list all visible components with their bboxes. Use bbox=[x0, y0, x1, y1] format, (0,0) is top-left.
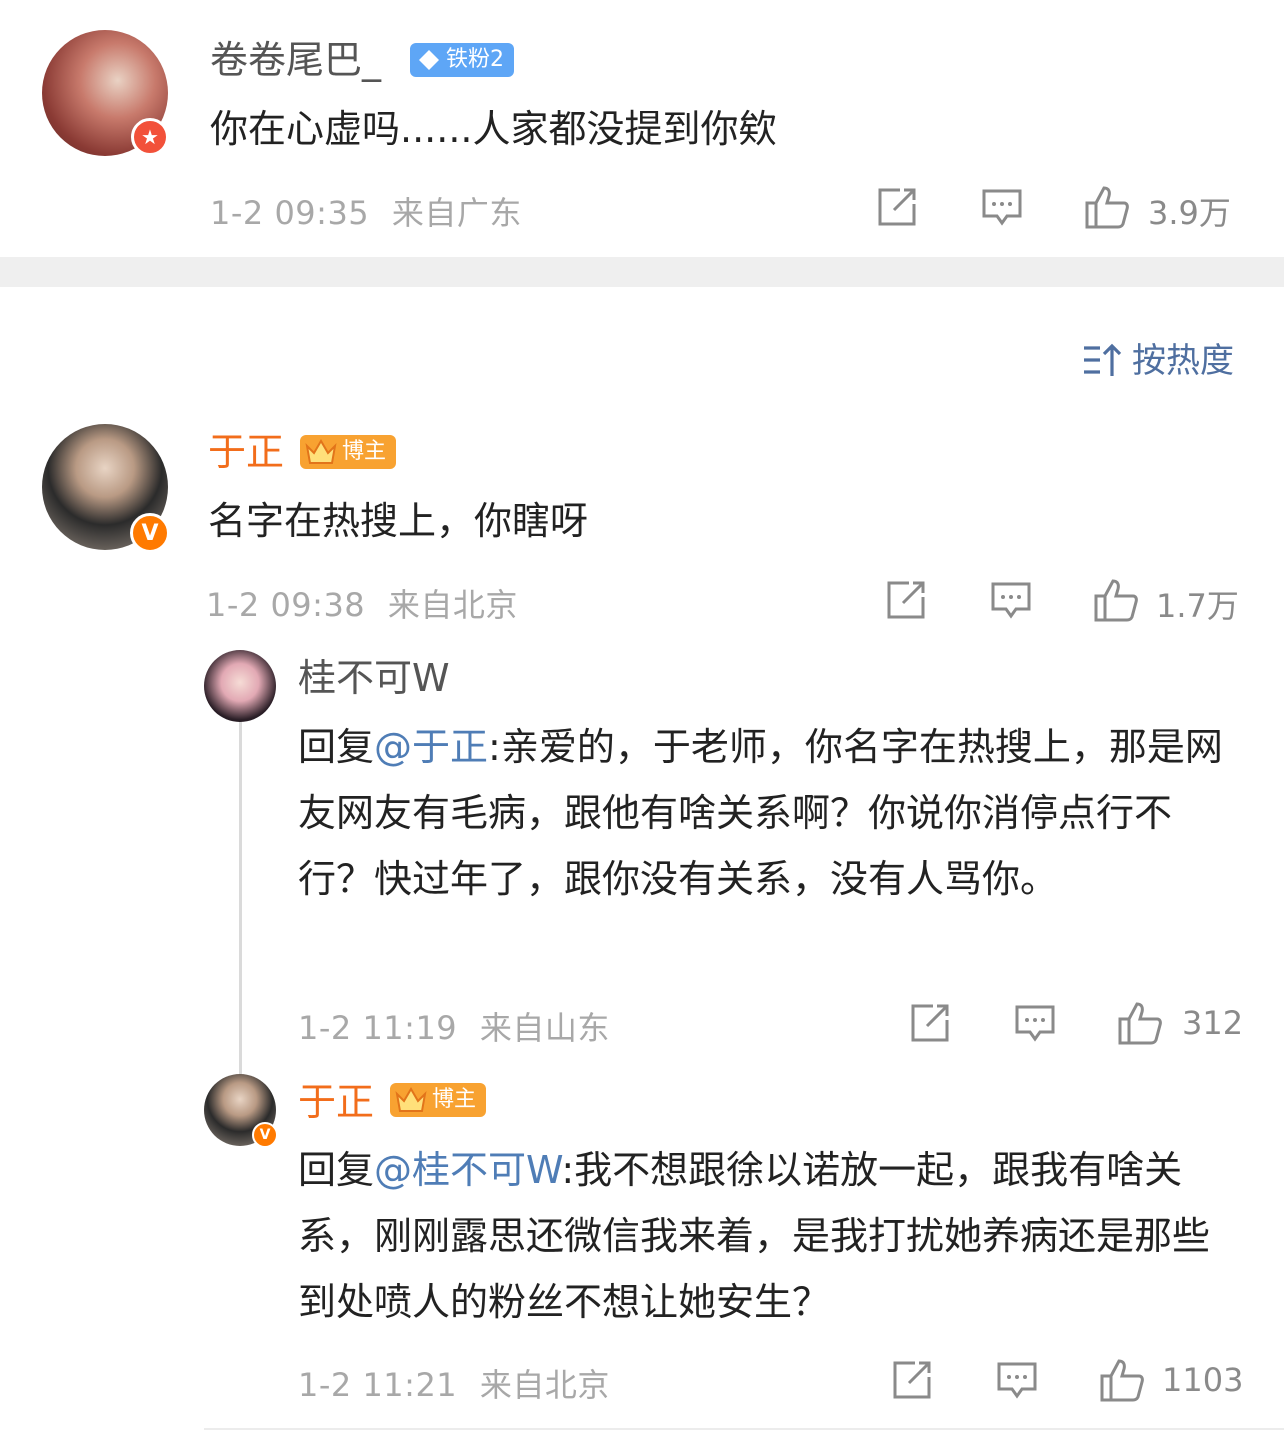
comment-location: 来自广东 bbox=[391, 194, 522, 232]
comment-meta: 1-2 09:35 来自广东 bbox=[210, 188, 522, 234]
reply-prefix: 回复 bbox=[298, 1148, 375, 1192]
comment-meta: 1-2 09:38 来自北京 bbox=[206, 580, 518, 626]
diamond-icon bbox=[419, 50, 439, 70]
crown-icon bbox=[395, 1087, 427, 1112]
reply-date: 1-2 11:21 bbox=[298, 1366, 458, 1404]
bottom-divider bbox=[204, 1428, 1284, 1430]
sort-icon bbox=[1084, 343, 1122, 376]
share-icon[interactable] bbox=[909, 1002, 951, 1044]
sort-by-hot[interactable]: 按热度 bbox=[1082, 333, 1234, 382]
share-icon[interactable] bbox=[885, 579, 927, 621]
share-icon[interactable] bbox=[876, 186, 918, 228]
comment-date: 1-2 09:38 bbox=[206, 586, 366, 624]
reply-username[interactable]: 于正 bbox=[298, 1082, 374, 1122]
verified-v-badge: V bbox=[130, 513, 170, 553]
like-count: 1.7万 bbox=[1156, 587, 1239, 625]
verified-v-badge: V bbox=[252, 1122, 278, 1148]
mention-link[interactable]: @于正 bbox=[374, 725, 488, 769]
fan-badge: 铁粉2 bbox=[410, 43, 514, 77]
comment-location: 来自北京 bbox=[387, 586, 518, 624]
blogger-badge-label: 博主 bbox=[342, 439, 387, 464]
reply-meta: 1-2 11:21 来自北京 bbox=[298, 1360, 610, 1406]
comment-icon[interactable] bbox=[1014, 1004, 1056, 1044]
comment-date: 1-2 09:35 bbox=[210, 194, 370, 232]
like-icon[interactable] bbox=[1117, 1000, 1163, 1046]
comment-icon[interactable] bbox=[996, 1361, 1038, 1401]
fan-badge-label: 铁粉2 bbox=[446, 47, 504, 72]
like-icon[interactable] bbox=[1099, 1357, 1145, 1403]
mention-link[interactable]: @桂不可W bbox=[374, 1148, 561, 1192]
reply-username[interactable]: 桂不可W bbox=[298, 658, 450, 698]
like-icon[interactable] bbox=[1084, 184, 1130, 230]
like-count: 3.9万 bbox=[1148, 194, 1231, 232]
comment-text: 名字在热搜上，你瞎呀 bbox=[208, 499, 589, 543]
blogger-badge: 博主 bbox=[300, 435, 397, 469]
comment-icon[interactable] bbox=[981, 188, 1023, 228]
blogger-badge: 博主 bbox=[390, 1083, 487, 1117]
reply-meta: 1-2 11:19 来自山东 bbox=[298, 1003, 610, 1049]
section-divider bbox=[0, 257, 1284, 287]
like-count: 1103 bbox=[1162, 1361, 1244, 1399]
reply-location: 来自山东 bbox=[479, 1009, 610, 1047]
username[interactable]: 于正 bbox=[208, 432, 284, 472]
blogger-badge-label: 博主 bbox=[432, 1087, 477, 1112]
member-star-badge: ★ bbox=[131, 118, 169, 156]
username[interactable]: 卷卷尾巴_ bbox=[210, 40, 381, 80]
crown-icon bbox=[305, 439, 337, 464]
like-icon[interactable] bbox=[1093, 577, 1139, 623]
avatar-guibuke[interactable] bbox=[204, 650, 276, 722]
comment-text: 你在心虚吗......人家都没提到你欸 bbox=[210, 107, 777, 151]
reply-text: 回复@于正:亲爱的，于老师，你名字在热搜上，那是网友网友有毛病，跟他有啥关系啊？… bbox=[298, 714, 1243, 912]
share-icon[interactable] bbox=[891, 1359, 933, 1401]
sort-label: 按热度 bbox=[1132, 341, 1234, 381]
reply-text: 回复@桂不可W:我不想跟徐以诺放一起，跟我有啥关系，刚刚露思还微信我来着，是我打… bbox=[298, 1137, 1243, 1335]
reply-thread-line bbox=[239, 720, 242, 1075]
reply-prefix: 回复 bbox=[298, 725, 375, 769]
comment-icon[interactable] bbox=[990, 581, 1032, 621]
reply-location: 来自北京 bbox=[479, 1366, 610, 1404]
like-count: 312 bbox=[1182, 1004, 1244, 1042]
reply-date: 1-2 11:19 bbox=[298, 1009, 458, 1047]
